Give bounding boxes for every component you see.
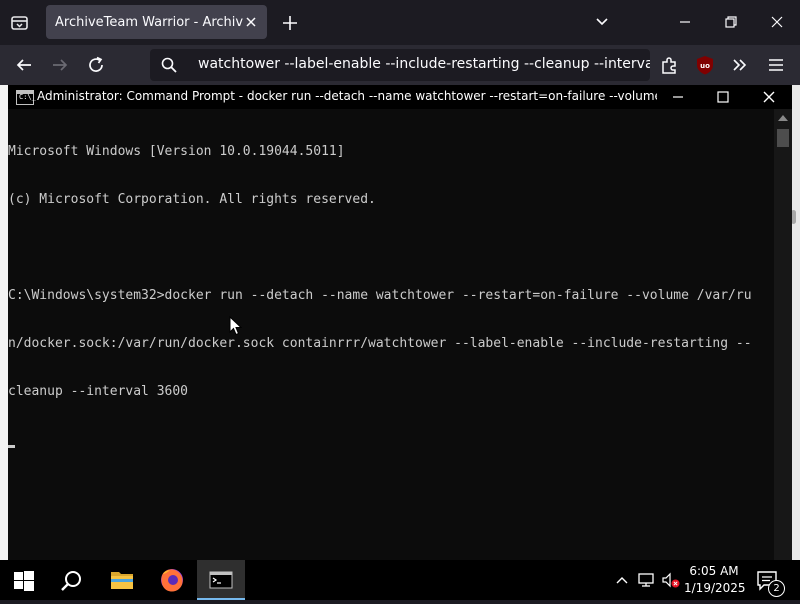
- mouse-pointer-icon: [229, 315, 243, 336]
- restore-button[interactable]: [721, 12, 741, 32]
- clock-time: 6:05 AM: [689, 564, 739, 578]
- cmd-scrollbar-thumb[interactable]: [777, 129, 789, 147]
- network-icon[interactable]: [637, 570, 657, 594]
- cmd-maximize-button[interactable]: [713, 87, 733, 107]
- close-window-button[interactable]: [767, 12, 787, 32]
- extensions-icon[interactable]: [658, 54, 680, 76]
- command-prompt-window: C:\_ Administrator: Command Prompt - doc…: [8, 85, 792, 560]
- cmd-close-button[interactable]: [759, 87, 779, 107]
- tab-archiveteam-warrior[interactable]: ArchiveTeam Warrior - Archiveteam: [46, 5, 267, 39]
- new-tab-button[interactable]: [279, 12, 301, 34]
- url-text[interactable]: watchtower --label-enable --include-rest…: [198, 56, 650, 72]
- taskbar-clock[interactable]: 6:05 AM 1/19/2025: [684, 563, 746, 597]
- volume-muted-icon[interactable]: [661, 570, 681, 594]
- overflow-menu-icon[interactable]: [729, 54, 751, 76]
- command-prompt-taskbar-icon[interactable]: [197, 560, 245, 600]
- windows-taskbar: 6:05 AM 1/19/2025 2: [0, 560, 800, 600]
- cmd-title-bar[interactable]: C:\_ Administrator: Command Prompt - doc…: [8, 85, 792, 109]
- ublock-origin-icon[interactable]: uo: [696, 55, 714, 75]
- scroll-up-arrow-icon[interactable]: [778, 115, 788, 121]
- notification-count-badge: 2: [768, 580, 785, 597]
- list-all-tabs-icon[interactable]: [8, 11, 32, 35]
- tray-chevron-up-icon[interactable]: [613, 570, 631, 594]
- command-prompt-icon: C:\_: [16, 90, 36, 105]
- back-icon[interactable]: [13, 54, 35, 76]
- forward-icon[interactable]: [49, 54, 71, 76]
- clock-date: 1/19/2025: [684, 581, 746, 595]
- console-cursor-line: [8, 432, 774, 448]
- firefox-icon[interactable]: [148, 560, 196, 600]
- cmd-window-title: Administrator: Command Prompt - docker r…: [37, 89, 657, 103]
- console-line: Microsoft Windows [Version 10.0.19044.50…: [8, 144, 345, 159]
- reload-icon[interactable]: [85, 54, 107, 76]
- console-line: (c) Microsoft Corporation. All rights re…: [8, 192, 376, 207]
- browser-nav-toolbar: watchtower --label-enable --include-rest…: [0, 45, 800, 85]
- tab-close-icon[interactable]: [243, 14, 259, 30]
- svg-text:uo: uo: [700, 62, 710, 70]
- hamburger-menu-icon[interactable]: [766, 55, 786, 75]
- chevron-down-icon[interactable]: [592, 12, 612, 32]
- text-cursor: [8, 445, 15, 448]
- cmd-scrollbar[interactable]: [774, 109, 792, 560]
- console-line: cleanup --interval 3600: [8, 384, 189, 399]
- windows-start-icon[interactable]: [14, 571, 34, 591]
- console-line: n/docker.sock:/var/run/docker.sock conta…: [8, 336, 752, 351]
- browser-tab-strip: ArchiveTeam Warrior - Archiveteam: [0, 0, 800, 45]
- taskbar-search-icon[interactable]: [60, 569, 84, 593]
- console-line: C:\Windows\system32>docker run --detach …: [8, 288, 752, 303]
- file-explorer-icon[interactable]: [98, 560, 146, 600]
- console-output[interactable]: Microsoft Windows [Version 10.0.19044.50…: [8, 112, 774, 560]
- minimize-button[interactable]: [675, 12, 695, 32]
- cmd-minimize-button[interactable]: [668, 87, 688, 107]
- search-icon: [161, 57, 177, 73]
- tab-title: ArchiveTeam Warrior - Archiveteam: [55, 14, 243, 30]
- url-bar[interactable]: watchtower --label-enable --include-rest…: [150, 49, 650, 81]
